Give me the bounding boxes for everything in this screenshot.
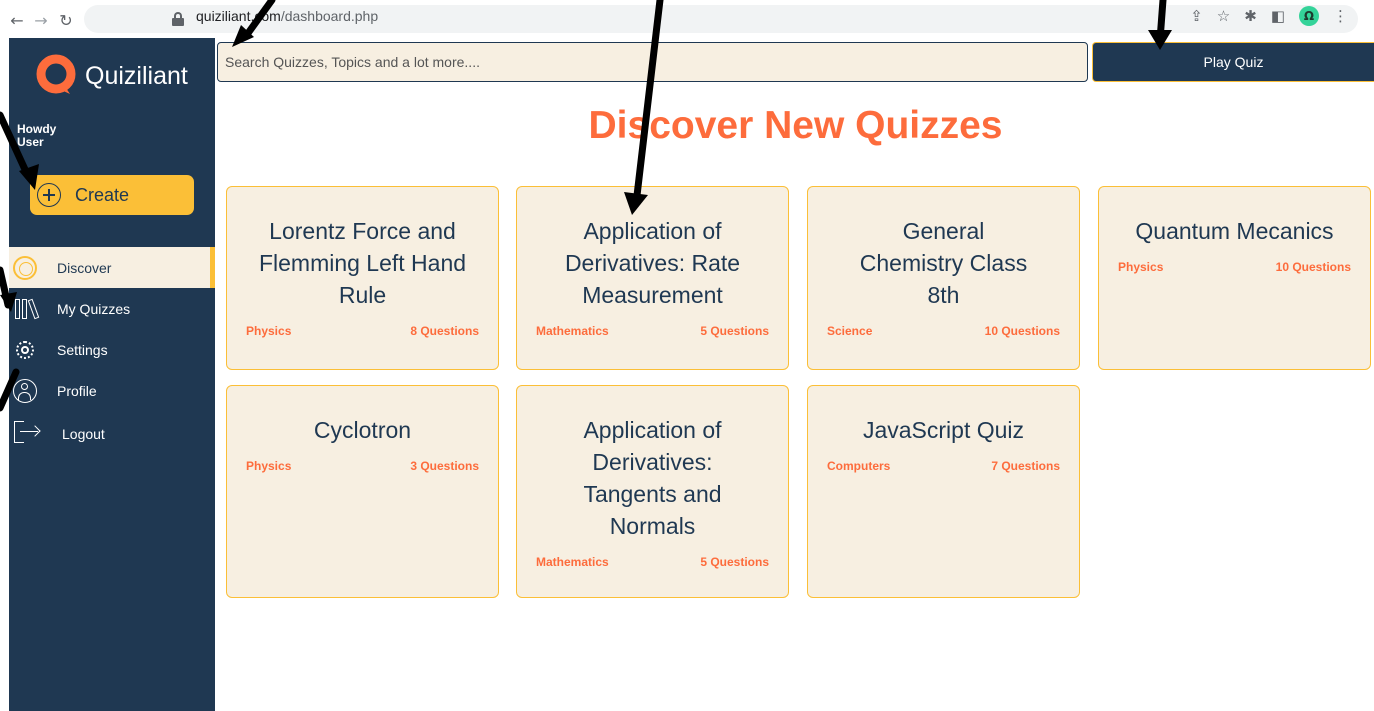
side-panel-icon[interactable]: ◧ bbox=[1271, 7, 1285, 25]
quiz-card[interactable]: JavaScript Quiz Computers 7 Questions bbox=[807, 385, 1080, 598]
quiz-card[interactable]: Application of Derivatives: Tangents and… bbox=[516, 385, 789, 598]
browser-toolbar: ← → ↻ quiziliant.com/dashboard.php ⇪ ☆ ✱… bbox=[0, 0, 1374, 38]
url-text[interactable]: quiziliant.com/dashboard.php bbox=[196, 6, 378, 26]
quiz-question-count: 5 Questions bbox=[700, 324, 769, 338]
reload-icon[interactable]: ↻ bbox=[54, 8, 78, 32]
bookmark-star-icon[interactable]: ☆ bbox=[1217, 7, 1230, 25]
sidebar-item-logout[interactable]: Logout bbox=[9, 411, 215, 452]
greeting: Howdy User bbox=[17, 123, 77, 149]
quiz-card[interactable]: Cyclotron Physics 3 Questions bbox=[226, 385, 499, 598]
quiz-question-count: 8 Questions bbox=[410, 324, 479, 338]
play-quiz-button[interactable]: Play Quiz bbox=[1092, 42, 1374, 82]
create-button[interactable]: Create bbox=[30, 175, 194, 215]
brand[interactable]: Quiziliant bbox=[34, 53, 188, 99]
quiziliant-logo-icon bbox=[34, 53, 80, 99]
quiz-subject: Mathematics bbox=[536, 555, 609, 569]
quiz-meta: Physics 10 Questions bbox=[1099, 260, 1370, 274]
sidebar-item-profile[interactable]: Profile bbox=[9, 370, 215, 411]
search-input[interactable] bbox=[217, 42, 1088, 82]
browser-actions: ⇪ ☆ ✱ ◧ Ω ⋮ bbox=[1190, 6, 1348, 26]
quiz-subject: Physics bbox=[246, 324, 292, 338]
extensions-icon[interactable]: ✱ bbox=[1244, 7, 1257, 25]
quiz-title: Quantum Mecanics bbox=[1135, 218, 1334, 244]
quiz-subject: Science bbox=[827, 324, 873, 338]
quiz-question-count: 10 Questions bbox=[1275, 260, 1351, 274]
quiz-question-count: 10 Questions bbox=[984, 324, 1060, 338]
page-title: Discover New Quizzes bbox=[588, 104, 1003, 147]
quiz-meta: Computers 7 Questions bbox=[808, 459, 1079, 473]
url-path: /dashboard.php bbox=[280, 8, 379, 24]
quiz-meta: Mathematics 5 Questions bbox=[517, 324, 788, 338]
quiz-meta: Physics 3 Questions bbox=[227, 459, 498, 473]
sidebar-item-label: Profile bbox=[57, 382, 97, 399]
forward-arrow-icon[interactable]: → bbox=[29, 8, 53, 32]
quiz-card[interactable]: Quantum Mecanics Physics 10 Questions bbox=[1098, 186, 1371, 370]
sidebar-nav: Discover My Quizzes Settings Profile Log… bbox=[9, 247, 215, 452]
quiz-subject: Physics bbox=[1118, 260, 1164, 274]
plus-circle-icon bbox=[37, 183, 61, 207]
quiz-title: Cyclotron bbox=[313, 417, 412, 443]
url-host: quiziliant.com bbox=[196, 8, 281, 24]
create-button-label: Create bbox=[75, 184, 130, 205]
sidebar: Quiziliant Howdy User Create Discover My… bbox=[9, 38, 215, 711]
logout-icon bbox=[12, 419, 41, 445]
sidebar-item-settings[interactable]: Settings bbox=[9, 329, 215, 370]
person-icon bbox=[12, 378, 38, 404]
quiz-title: Application of Derivatives: Rate Measure… bbox=[564, 218, 741, 308]
quiz-question-count: 3 Questions bbox=[410, 459, 479, 473]
quiz-title: General Chemistry Class 8th bbox=[859, 218, 1028, 308]
menu-kebab-icon[interactable]: ⋮ bbox=[1333, 7, 1348, 25]
books-icon bbox=[12, 296, 39, 322]
quiz-card[interactable]: General Chemistry Class 8th Science 10 Q… bbox=[807, 186, 1080, 370]
sidebar-item-label: Settings bbox=[57, 341, 108, 358]
quiz-meta: Physics 8 Questions bbox=[227, 324, 498, 338]
sidebar-item-my-quizzes[interactable]: My Quizzes bbox=[9, 288, 215, 329]
quiz-card[interactable]: Lorentz Force and Flemming Left Hand Rul… bbox=[226, 186, 499, 370]
quiz-meta: Mathematics 5 Questions bbox=[517, 555, 788, 569]
quiz-title: Lorentz Force and Flemming Left Hand Rul… bbox=[258, 218, 467, 308]
quiz-subject: Physics bbox=[246, 459, 292, 473]
lock-icon bbox=[172, 12, 184, 26]
address-bar[interactable]: quiziliant.com/dashboard.php ⇪ ☆ ✱ ◧ Ω ⋮ bbox=[84, 5, 1358, 33]
brand-name: Quiziliant bbox=[85, 61, 188, 90]
quiz-question-count: 5 Questions bbox=[700, 555, 769, 569]
sidebar-item-label: My Quizzes bbox=[57, 300, 131, 317]
quiz-title: Application of Derivatives: Tangents and… bbox=[583, 417, 722, 539]
quiz-meta: Science 10 Questions bbox=[808, 324, 1079, 338]
quiz-card[interactable]: Application of Derivatives: Rate Measure… bbox=[516, 186, 789, 370]
annotation-arrow-myquizzes bbox=[0, 266, 12, 309]
compass-icon bbox=[12, 255, 38, 281]
gear-icon bbox=[12, 337, 38, 363]
sidebar-item-label: Discover bbox=[57, 259, 112, 276]
greeting-line-2: User bbox=[17, 135, 44, 149]
share-icon[interactable]: ⇪ bbox=[1190, 7, 1203, 25]
sidebar-item-label: Logout bbox=[62, 425, 105, 442]
quiz-question-count: 7 Questions bbox=[991, 459, 1060, 473]
quiz-subject: Mathematics bbox=[536, 324, 609, 338]
sidebar-item-discover[interactable]: Discover bbox=[9, 247, 215, 288]
profile-avatar-icon[interactable]: Ω bbox=[1299, 6, 1319, 26]
quiz-title: JavaScript Quiz bbox=[862, 417, 1025, 443]
back-arrow-icon[interactable]: ← bbox=[5, 8, 29, 32]
quiz-subject: Computers bbox=[827, 459, 891, 473]
